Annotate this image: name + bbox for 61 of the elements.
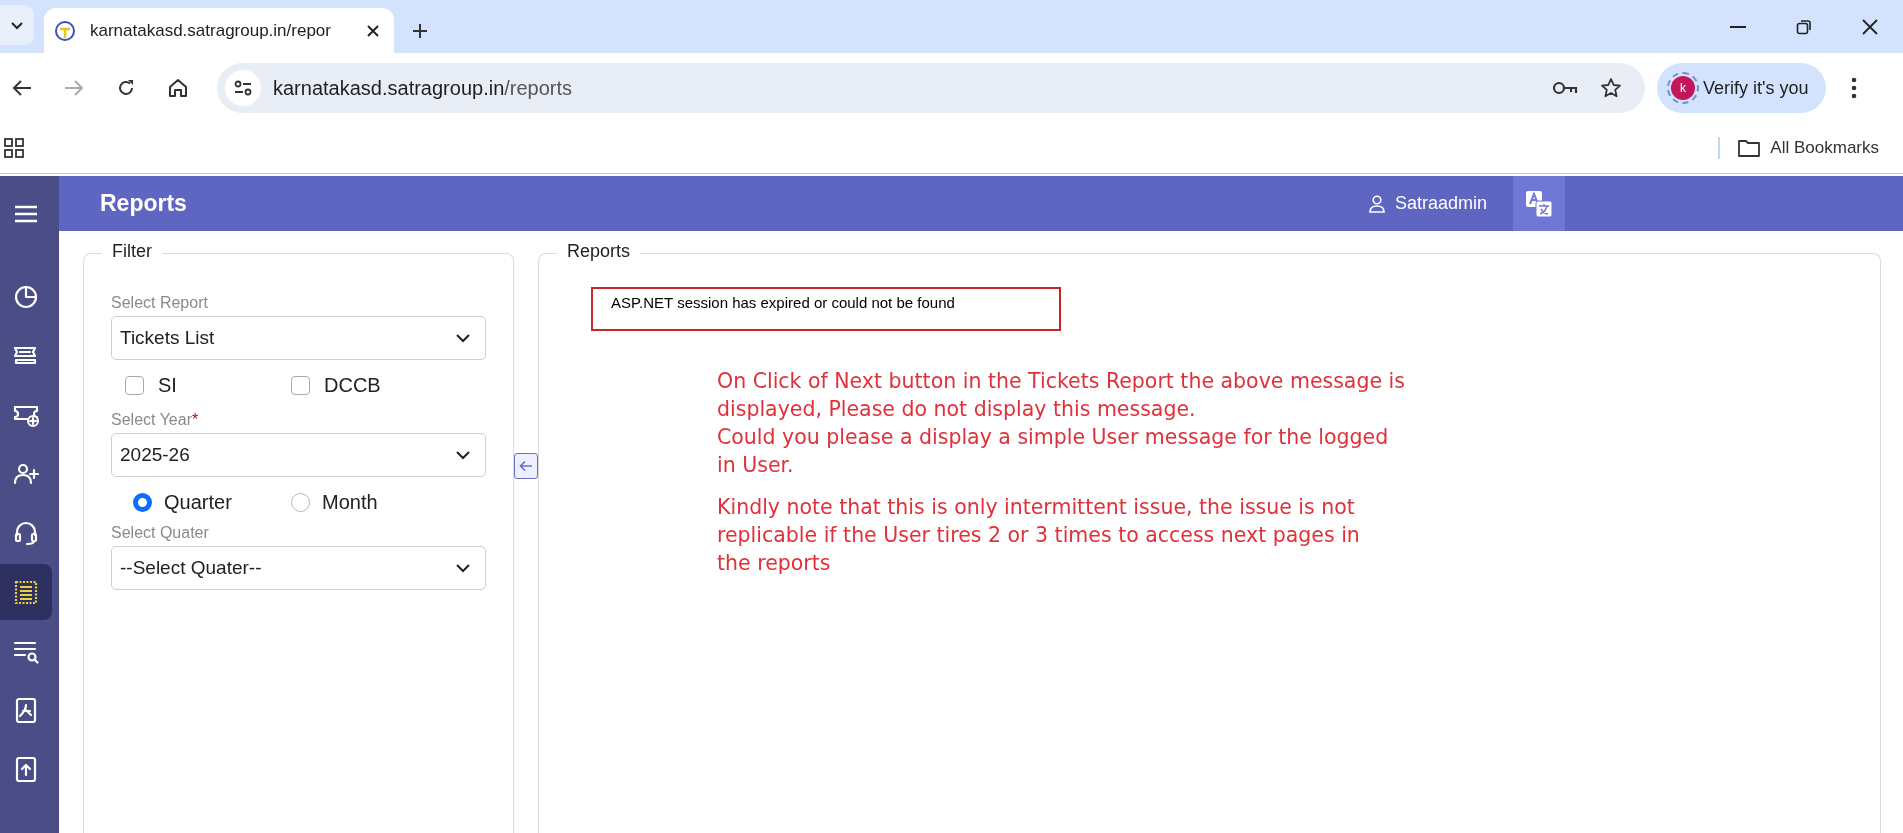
- tab-list-button[interactable]: [0, 5, 34, 45]
- minimize-icon: [1730, 25, 1746, 28]
- close-icon[interactable]: [366, 23, 380, 38]
- address-bar[interactable]: karnatakasd.satragroup.in/reports: [217, 63, 1645, 113]
- field-label: Select Year*: [111, 411, 200, 429]
- user-icon: [1368, 194, 1385, 213]
- translate-icon: [1525, 189, 1553, 218]
- chevron-down-icon: [455, 563, 471, 573]
- annotation-text: displayed, Please do not display this message.: [717, 396, 1197, 423]
- field-label: Select Report: [111, 294, 209, 312]
- panel-legend: Reports: [557, 241, 641, 262]
- radio-button[interactable]: Month: [291, 491, 449, 514]
- year-select[interactable]: 2025-26: [111, 433, 486, 477]
- radio-button[interactable]: Quarter: [133, 491, 291, 514]
- sidebar-item[interactable]: [0, 564, 52, 620]
- close-icon: [1862, 18, 1878, 35]
- tune-icon: [234, 80, 252, 96]
- forward-arrow-icon: [64, 79, 84, 97]
- apps-grid-icon[interactable]: [4, 138, 24, 158]
- file-upload-icon: [13, 756, 39, 782]
- folder-icon: [1738, 139, 1761, 157]
- report-select[interactable]: Tickets List: [111, 316, 486, 360]
- headset-icon: [13, 520, 39, 546]
- reload-icon: [116, 78, 136, 98]
- chevron-down-icon: [10, 20, 24, 30]
- document-lines-icon: [13, 579, 39, 605]
- annotation-text: Could you please a display a simple User message for the logged: [717, 424, 1390, 451]
- all-bookmarks-button[interactable]: All Bookmarks: [1738, 138, 1903, 158]
- annotation-text: Kindly note that this is only intermittent issue, the issue is not: [717, 494, 1356, 521]
- annotation-text: replicable if the User tires 2 or 3 times to access next pages in: [717, 522, 1361, 549]
- annotation-text: On Click of Next button in the Tickets Report the above message is: [717, 368, 1406, 395]
- browser-tab[interactable]: karnatakasd.satragroup.in/repor: [44, 8, 394, 53]
- page-title: Reports: [100, 190, 188, 217]
- key-icon: [1552, 81, 1578, 95]
- pdf-file-icon: [13, 697, 39, 723]
- site-logo-icon: [54, 19, 76, 42]
- chevron-down-icon: [455, 450, 471, 460]
- plus-icon: [412, 23, 428, 39]
- user-name: Satraadmin: [1394, 193, 1487, 214]
- chevron-down-icon: [455, 333, 471, 343]
- collapse-panel-button[interactable]: [514, 453, 538, 479]
- arrow-left-icon: [519, 460, 533, 472]
- back-arrow-icon: [12, 79, 32, 97]
- home-icon: [168, 78, 188, 98]
- annotation-text: in User.: [717, 452, 795, 479]
- checkbox[interactable]: DCCB: [291, 374, 457, 397]
- quarter-select[interactable]: --Select Quater--: [111, 546, 486, 590]
- site-info-button[interactable]: [225, 70, 261, 106]
- pie-chart-icon: [13, 284, 39, 310]
- translate-button[interactable]: [1513, 176, 1565, 231]
- annotation-text: the reports: [717, 550, 832, 577]
- star-icon: [1600, 77, 1622, 99]
- user-plus-icon: [13, 461, 39, 487]
- field-label: Select Quater: [111, 524, 210, 542]
- more-icon: [1851, 77, 1858, 99]
- restore-icon: [1796, 18, 1812, 35]
- profile-button[interactable]: k Verify it's you: [1657, 63, 1827, 113]
- error-message: ASP.NET session has expired or could not be found: [591, 287, 1061, 331]
- menu-icon: [15, 205, 37, 223]
- url-text: karnatakasd.satragroup.in/reports: [273, 76, 574, 100]
- checkbox[interactable]: SI: [125, 374, 291, 397]
